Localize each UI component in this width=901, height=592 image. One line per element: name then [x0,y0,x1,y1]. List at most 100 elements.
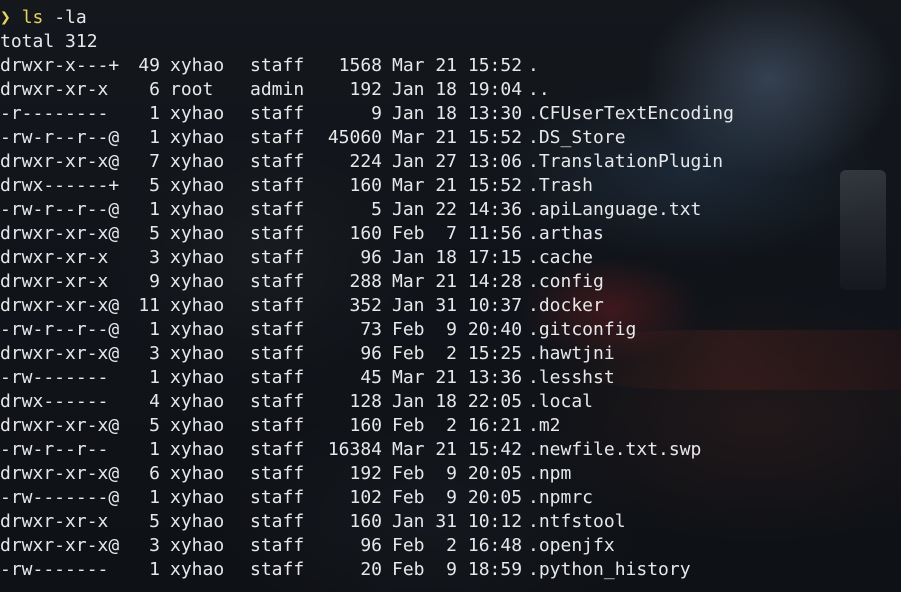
modified-date: Mar 21 13:36 [392,367,523,388]
permissions: drwxr-xr-x@ [0,535,120,556]
link-count: 7 [149,151,160,172]
listing-row: drwx------+ 5 xyhao staff 160 Mar 21 15:52 .Tr… [0,174,734,198]
link-count: 3 [149,343,160,364]
command-name: ls [21,7,44,28]
file-size: 224 [349,151,382,172]
owner: xyhao [170,295,225,316]
file-size: 1568 [338,55,382,76]
owner: xyhao [170,367,225,388]
file-size: 96 [360,247,382,268]
owner: xyhao [170,439,225,460]
group: staff [250,463,305,484]
file-size: 96 [360,343,382,364]
file-name: .cache [528,247,594,268]
terminal-window[interactable]: ❯ ls -la total 312 drwxr-x---+ 49 xyhao sta… [0,0,901,592]
modified-date: Feb 9 20:40 [392,319,523,340]
file-size: 160 [349,511,382,532]
listing-rows: drwxr-x---+ 49 xyhao staff 1568 Mar 21 15:52.… [0,54,734,582]
permissions: drwxr-xr-x [0,79,109,100]
listing-row: drwx------ 4 xyhao staff 128 Jan 18 22:05 .loc… [0,390,734,414]
file-name: .arthas [528,223,604,244]
listing-row: drwxr-xr-x@ 11 xyhao staff 352 Jan 31 10:37 .d… [0,294,734,318]
group: staff [250,367,305,388]
owner: root [170,79,214,100]
file-name: .gitconfig [528,319,637,340]
permissions: drwxr-xr-x@ [0,151,120,172]
group: staff [250,559,305,580]
link-count: 1 [149,559,160,580]
owner: xyhao [170,199,225,220]
modified-date: Jan 22 14:36 [392,199,523,220]
listing-row: drwxr-xr-x 5 xyhao staff 160 Jan 31 10:12 .ntf… [0,510,734,534]
group: staff [250,511,305,532]
file-name: .m2 [528,415,561,436]
listing-row: -rw------- 1 xyhao staff 45 Mar 21 13:36 .less… [0,366,734,390]
permissions: drwxr-xr-x@ [0,223,120,244]
file-size: 128 [349,391,382,412]
permissions: drwx------ [0,391,109,412]
file-name: .docker [528,295,604,316]
modified-date: Feb 2 16:21 [392,415,523,436]
permissions: drwxr-xr-x@ [0,463,120,484]
listing-row: drwxr-xr-x 3 xyhao staff 96 Jan 18 17:15 .cach… [0,246,734,270]
listing-row: drwxr-xr-x@ 5 xyhao staff 160 Feb 7 11:56 .art… [0,222,734,246]
group: staff [250,295,305,316]
listing-row: drwxr-xr-x@ 6 xyhao staff 192 Feb 9 20:05 .npm [0,462,734,486]
permissions: -rw------- [0,367,109,388]
file-name: .openjfx [528,535,615,556]
group: staff [250,55,305,76]
link-count: 1 [149,199,160,220]
listing-row: drwxr-xr-x@ 3 xyhao staff 96 Feb 2 16:48 .open… [0,534,734,558]
group: staff [250,199,305,220]
group: staff [250,247,305,268]
group: staff [250,415,305,436]
file-size: 5 [371,199,382,220]
link-count: 5 [149,415,160,436]
link-count: 6 [149,463,160,484]
owner: xyhao [170,463,225,484]
owner: xyhao [170,151,225,172]
group: staff [250,151,305,172]
listing-row: drwxr-xr-x 6 root admin 192 Jan 18 19:04.. [0,78,734,102]
terminal-output: ❯ ls -la total 312 drwxr-x---+ 49 xyhao sta… [0,6,734,582]
file-size: 102 [349,487,382,508]
listing-row: -r-------- 1 xyhao staff 9 Jan 18 13:30 .CFUse… [0,102,734,126]
modified-date: Feb 2 15:25 [392,343,523,364]
owner: xyhao [170,247,225,268]
command-args: -la [54,7,87,28]
file-name: .. [528,79,550,100]
file-name: .npm [528,463,572,484]
modified-date: Mar 21 15:42 [392,439,523,460]
file-size: 45 [360,367,382,388]
listing-row: drwxr-xr-x 9 xyhao staff 288 Mar 21 14:28 .con… [0,270,734,294]
group: staff [250,535,305,556]
link-count: 1 [149,127,160,148]
file-size: 9 [371,103,382,124]
modified-date: Mar 21 15:52 [392,127,523,148]
permissions: drwxr-xr-x@ [0,343,120,364]
file-name: .DS_Store [528,127,626,148]
file-name: .npmrc [528,487,594,508]
link-count: 49 [138,55,160,76]
file-size: 192 [349,463,382,484]
listing-row: -rw-r--r-- 1 xyhao staff 16384 Mar 21 15:42 .n… [0,438,734,462]
group: admin [250,79,305,100]
permissions: -rw-r--r--@ [0,199,120,220]
group: staff [250,487,305,508]
modified-date: Feb 9 20:05 [392,487,523,508]
owner: xyhao [170,319,225,340]
owner: xyhao [170,415,225,436]
link-count: 1 [149,319,160,340]
file-size: 160 [349,415,382,436]
link-count: 5 [149,223,160,244]
file-name: .ntfstool [528,511,626,532]
command-line: ❯ ls -la [0,6,734,30]
owner: xyhao [170,391,225,412]
link-count: 6 [149,79,160,100]
listing-row: -rw-r--r--@ 1 xyhao staff 73 Feb 9 20:40 .gitc… [0,318,734,342]
permissions: drwxr-xr-x [0,247,109,268]
total-line: total 312 [0,31,98,52]
permissions: drwxr-xr-x [0,511,109,532]
modified-date: Feb 9 20:05 [392,463,523,484]
modified-date: Mar 21 15:52 [392,55,523,76]
